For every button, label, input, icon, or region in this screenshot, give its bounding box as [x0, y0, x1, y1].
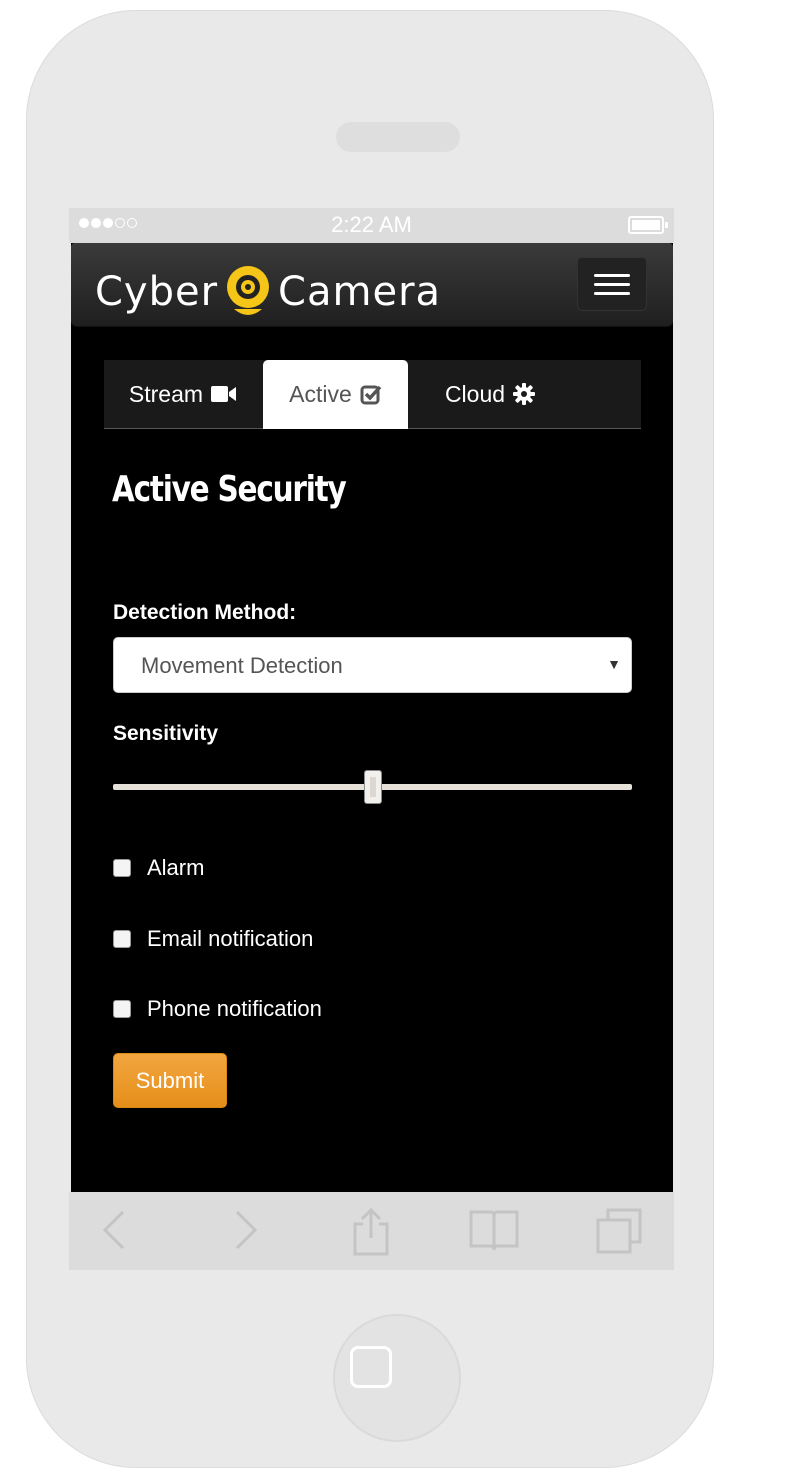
- phone-speaker: [336, 122, 460, 152]
- cybercamera-logo[interactable]: Cyber Camera: [95, 265, 441, 319]
- page-title: Active Security: [112, 469, 347, 510]
- navbar: Cyber Camera: [71, 243, 673, 327]
- app-screen: Cyber Camera Stream Active Cloud Active …: [71, 243, 673, 1193]
- hamburger-menu-button[interactable]: [577, 257, 647, 311]
- tab-cloud-label: Cloud: [444, 380, 506, 407]
- browser-toolbar: [69, 1192, 674, 1270]
- share-icon[interactable]: [351, 1208, 391, 1256]
- menu-icon: [594, 273, 630, 277]
- sensitivity-slider-handle[interactable]: [363, 770, 382, 804]
- tab-bar: Stream Active Cloud: [104, 360, 641, 429]
- detection-method-label: Detection Method:: [113, 601, 297, 624]
- home-button-icon: [350, 1346, 392, 1388]
- detection-method-select[interactable]: Movement Detection ▼: [113, 637, 632, 693]
- status-time: 2:22 AM: [331, 212, 412, 237]
- back-icon[interactable]: [99, 1208, 129, 1252]
- dropdown-arrow-icon: ▼: [607, 656, 621, 672]
- email-notification-label: Email notification: [147, 926, 314, 951]
- bookmarks-icon[interactable]: [469, 1208, 519, 1252]
- email-notification-checkbox-row[interactable]: Email notification: [113, 926, 313, 952]
- submit-button[interactable]: Submit: [113, 1053, 227, 1108]
- phone-notification-label: Phone notification: [147, 996, 322, 1021]
- status-bar: 2:22 AM: [69, 208, 674, 243]
- video-camera-icon: [211, 386, 237, 402]
- logo-text-camera: Camera: [278, 269, 442, 315]
- tabs-icon[interactable]: [594, 1208, 644, 1256]
- detection-method-value: Movement Detection: [141, 653, 343, 678]
- email-notification-checkbox[interactable]: [113, 930, 131, 948]
- check-square-icon: [360, 385, 382, 404]
- phone-notification-checkbox[interactable]: [113, 1000, 131, 1018]
- alarm-checkbox-row[interactable]: Alarm: [113, 855, 204, 881]
- tab-cloud[interactable]: Cloud: [420, 360, 560, 428]
- tab-stream[interactable]: Stream: [104, 360, 262, 428]
- webcam-logo-icon: [222, 265, 274, 319]
- tab-active[interactable]: Active: [263, 360, 408, 429]
- forward-icon[interactable]: [231, 1208, 261, 1252]
- battery-icon: [628, 216, 668, 234]
- sensitivity-label: Sensitivity: [113, 722, 219, 745]
- logo-text-cyber: Cyber: [95, 269, 219, 315]
- alarm-label: Alarm: [147, 855, 205, 880]
- gear-icon: [513, 383, 536, 405]
- alarm-checkbox[interactable]: [113, 859, 131, 877]
- phone-notification-checkbox-row[interactable]: Phone notification: [113, 996, 322, 1022]
- tab-stream-label: Stream: [128, 380, 204, 407]
- tab-active-label: Active: [289, 381, 352, 407]
